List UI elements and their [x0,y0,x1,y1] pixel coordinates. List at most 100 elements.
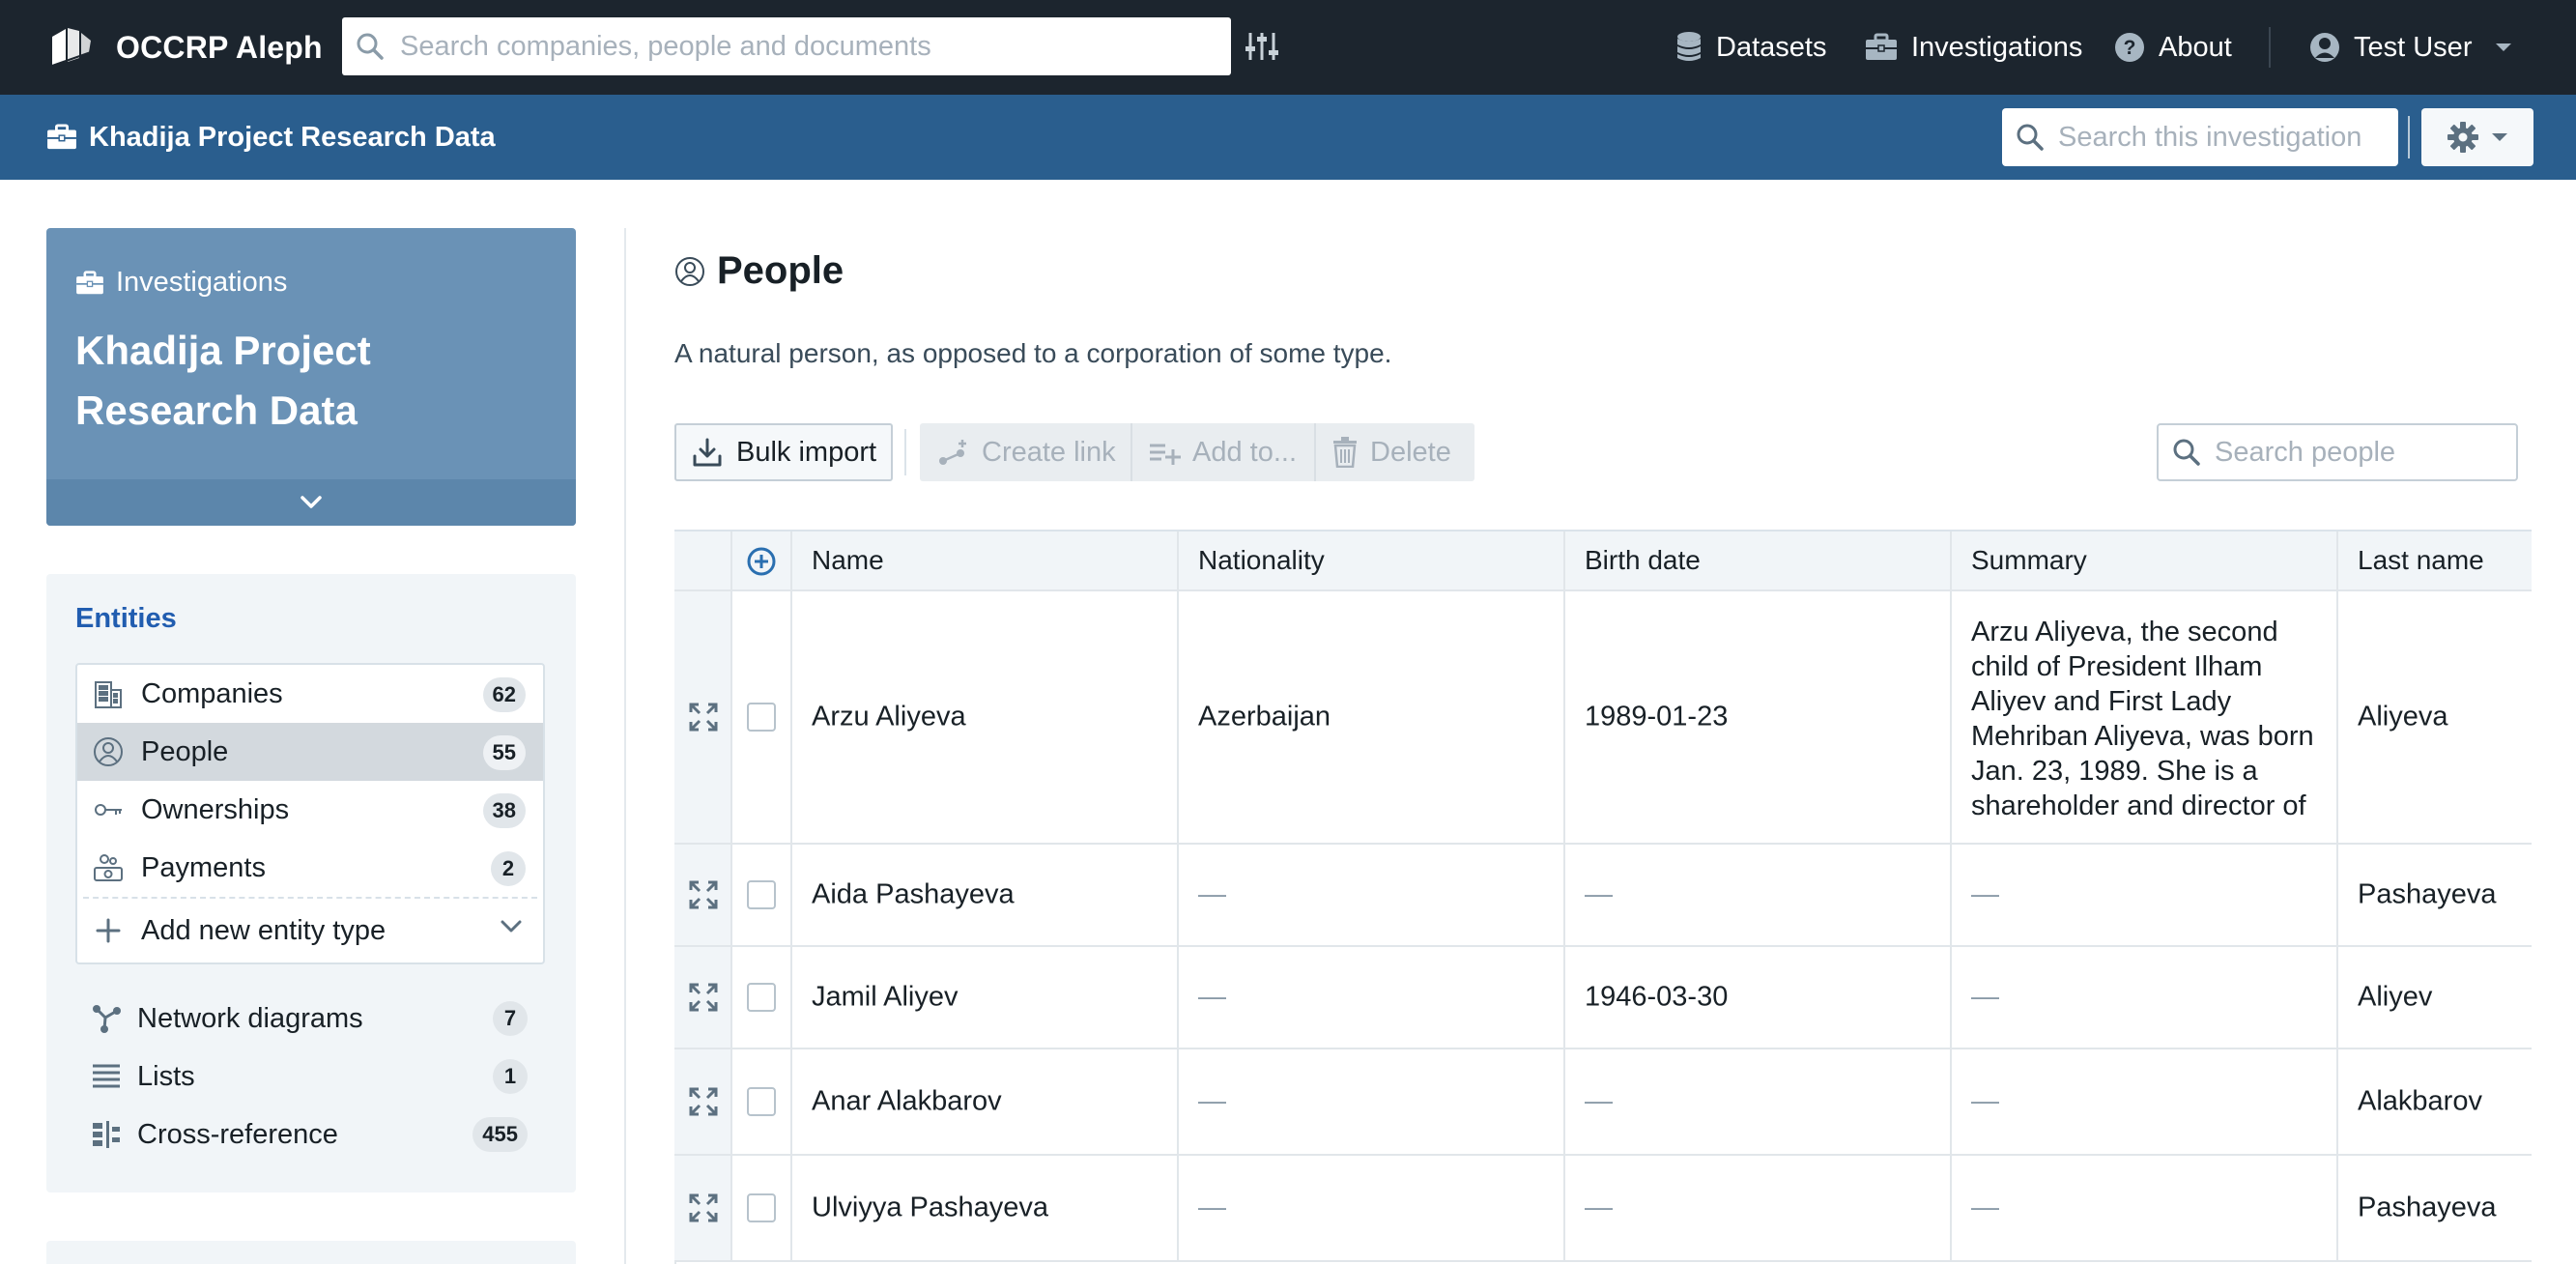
segment-divider [1131,423,1132,481]
row-select-cell[interactable] [732,947,792,1048]
investigation-kicker-label: Investigations [116,267,288,298]
add-to-button[interactable]: Add to... [1148,423,1297,481]
schema-item-ownerships[interactable]: Ownerships 38 [77,781,543,839]
table-row[interactable]: Ulviyya Pashayeva — — — Pashayeva [674,1156,2532,1262]
cell-text: — [1198,981,1226,1013]
user-avatar-icon [2309,32,2340,63]
row-select-cell[interactable] [732,591,792,843]
schema-item-people[interactable]: People 55 [77,723,543,781]
nav-datasets[interactable]: Datasets [1675,25,1826,70]
row-select-cell[interactable] [732,845,792,945]
import-icon [692,437,723,468]
plus-icon [95,917,122,944]
brand[interactable]: OCCRP Aleph [46,21,323,73]
sidebar-item-lists[interactable]: Lists 1 [75,1049,545,1104]
expand-cell[interactable] [674,845,732,945]
column-header-nationality[interactable]: Nationality [1179,531,1565,589]
cell-name[interactable]: Ulviyya Pashayeva [792,1156,1179,1260]
column-header-birth-date[interactable]: Birth date [1565,531,1952,589]
cell-name[interactable]: Arzu Aliyeva [792,591,1179,843]
row-checkbox[interactable] [747,1087,776,1116]
people-search[interactable] [2157,423,2518,481]
payment-icon [93,852,124,883]
schema-count-badge: 62 [482,677,526,712]
column-header-summary[interactable]: Summary [1952,531,2338,589]
global-search[interactable] [342,17,1231,75]
cell-text: — [1198,1192,1226,1223]
expand-cell[interactable] [674,1156,732,1260]
briefcase-icon [75,270,104,296]
column-header-label: Nationality [1198,545,1325,575]
schema-item-payments[interactable]: Payments 2 [77,839,543,897]
schema-item-companies[interactable]: Companies 62 [77,665,543,723]
nav-investigations[interactable]: Investigations [1865,25,2082,70]
schema-count-badge: 38 [482,793,526,828]
expand-cell[interactable] [674,947,732,1048]
sidebar-item-cross-reference[interactable]: Cross-reference 455 [75,1107,545,1162]
cell-last-name: Pashayeva [2338,845,2532,945]
expand-icon [689,1193,718,1222]
cell-text: Pashayeva [2358,878,2497,910]
table-row[interactable]: Aida Pashayeva — — — Pashayeva [674,845,2532,947]
svg-text:?: ? [2124,37,2136,59]
segment-divider [1314,423,1316,481]
create-link-button[interactable]: Create link [937,423,1116,481]
column-header-name[interactable]: Name [792,531,1179,589]
global-search-input[interactable] [400,30,1231,63]
cell-text: — [1971,1085,1999,1117]
add-entity-cell[interactable] [732,531,792,589]
people-table: Name Nationality Birth date Summary Last… [674,530,2532,1264]
investigation-search[interactable] [2002,108,2398,166]
user-menu[interactable]: Test User [2309,25,2512,70]
cell-last-name: Alakbarov [2338,1049,2532,1154]
cell-summary: — [1952,845,2338,945]
investigation-card: Investigations Khadija Project Research … [46,228,576,526]
cell-name[interactable]: Aida Pashayeva [792,845,1179,945]
row-select-cell[interactable] [732,1049,792,1154]
search-filters-icon[interactable] [1243,27,1281,66]
cell-nationality: — [1179,845,1565,945]
table-row[interactable]: Arzu Aliyeva Azerbaijan 1989-01-23 Arzu … [674,591,2532,845]
add-entity-type-button[interactable]: Add new entity type [77,899,543,962]
investigation-search-input[interactable] [2058,121,2398,154]
brand-name: OCCRP Aleph [116,29,323,65]
cell-text: Anar Alakbarov [812,1085,1002,1117]
column-header-last-name[interactable]: Last name [2338,531,2532,589]
link-icon [937,438,970,467]
table-row[interactable]: Anar Alakbarov — — — Alakbarov [674,1049,2532,1156]
row-checkbox[interactable] [747,983,776,1012]
table-row[interactable]: Jamil Aliyev — 1946-03-30 — Aliyev [674,947,2532,1049]
nav-divider [2269,27,2271,68]
expand-cell[interactable] [674,591,732,843]
column-header-label: Summary [1971,545,2087,575]
bulk-import-button[interactable]: Bulk import [674,423,893,481]
expand-cell[interactable] [674,1049,732,1154]
cell-birth-date: — [1565,1156,1952,1260]
nav-about[interactable]: ? About [2114,25,2232,70]
cell-text: Arzu Aliyeva, the second child of Presid… [1971,617,2314,821]
cell-text: — [1198,1085,1226,1117]
page-description: A natural person, as opposed to a corpor… [674,338,1392,368]
aleph-logo-icon [46,23,95,72]
settings-button[interactable] [2421,108,2533,166]
expand-card-button[interactable] [46,479,576,526]
cell-summary: — [1952,1049,2338,1154]
delete-button[interactable]: Delete [1331,423,1451,481]
people-search-input[interactable] [2215,436,2516,469]
expand-icon [689,1087,718,1116]
search-icon [2172,438,2201,467]
row-checkbox[interactable] [747,703,776,732]
investigation-title[interactable]: Khadija Project Research Data [46,116,496,158]
sidebar-item-network-diagrams[interactable]: Network diagrams 7 [75,991,545,1046]
cell-name[interactable]: Jamil Aliyev [792,947,1179,1048]
page-title: People [717,249,844,292]
content-divider [624,228,626,1264]
cell-name[interactable]: Anar Alakbarov [792,1049,1179,1154]
search-icon [356,32,385,61]
bulk-import-label: Bulk import [736,436,877,468]
row-checkbox[interactable] [747,1193,776,1222]
row-select-cell[interactable] [732,1156,792,1260]
schema-count-badge: 2 [491,851,526,886]
row-checkbox[interactable] [747,880,776,909]
sidebar-count-badge: 1 [493,1059,528,1094]
